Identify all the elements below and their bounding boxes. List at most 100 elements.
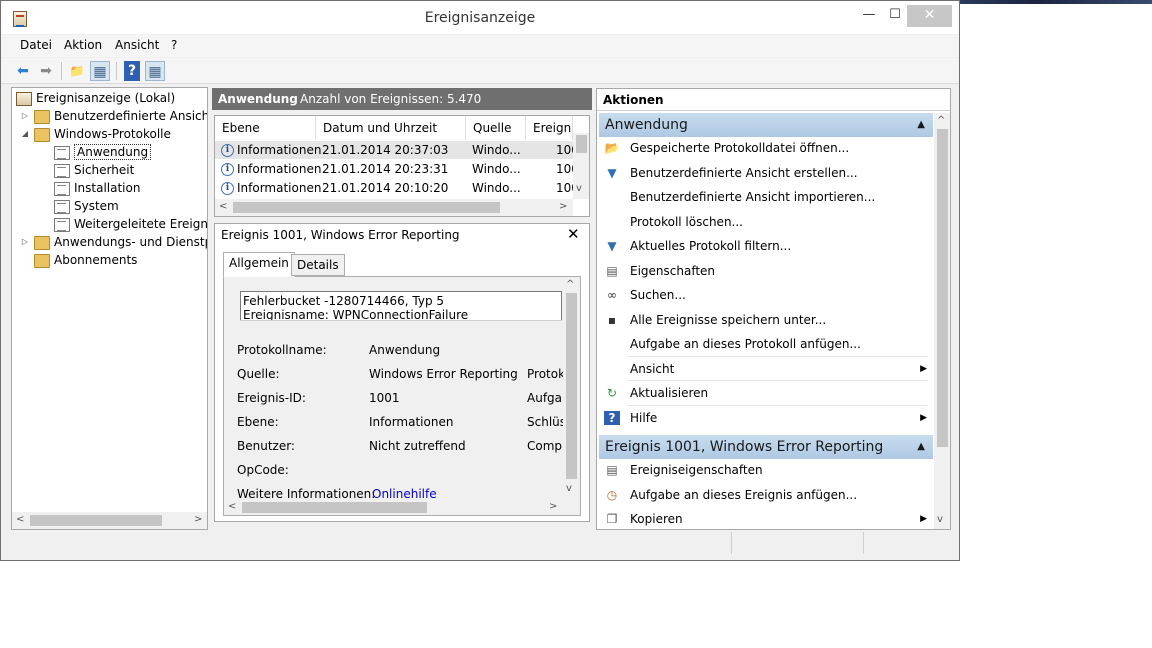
action-label: Protokoll löschen...	[630, 214, 743, 229]
scroll-up-icon[interactable]: ^	[566, 279, 574, 290]
show-hide-console-tree-icon[interactable]: ▦	[90, 61, 110, 81]
tab-details[interactable]: Details	[291, 254, 345, 276]
section-event[interactable]: Ereignis 1001, Windows Error Reporting ▲	[599, 435, 933, 459]
scroll-left-icon[interactable]: <	[228, 501, 236, 512]
cell-source: Windo...	[472, 181, 521, 195]
scroll-down-icon[interactable]: v	[937, 514, 943, 525]
action-item[interactable]: ❐ Kopieren ▶	[599, 507, 933, 529]
action-item[interactable]: Aufgabe an dieses Protokoll anfügen...	[599, 332, 933, 356]
toolbar-separator	[61, 62, 62, 80]
detail-horizontal-scrollbar[interactable]: < >	[224, 499, 563, 515]
scroll-right-icon[interactable]: >	[549, 501, 557, 512]
close-detail-button[interactable]: ✕	[567, 225, 580, 243]
status-cell	[863, 532, 864, 554]
menu-aktion[interactable]: Aktion	[64, 38, 102, 52]
tree-item-custom-views[interactable]: ▷ Benutzerdefinierte Ansichten	[20, 107, 207, 125]
action-item[interactable]: ∞ Suchen...	[599, 283, 933, 307]
detail-vertical-scrollbar[interactable]: ^ v	[563, 277, 580, 499]
filter-icon: ▼	[607, 165, 617, 180]
collapse-icon[interactable]: ▲	[917, 435, 925, 459]
expand-icon[interactable]: ▷	[20, 107, 30, 125]
console-tree[interactable]: Ereignisanzeige (Lokal) ▷ Benutzerdefini…	[11, 87, 208, 530]
scroll-thumb[interactable]	[242, 502, 427, 513]
event-detail-title: Ereignis 1001, Windows Error Reporting	[221, 228, 460, 242]
menu-datei[interactable]: Datei	[20, 38, 52, 52]
collapse-icon[interactable]: ▲	[917, 113, 925, 137]
menu-ansicht[interactable]: Ansicht	[115, 38, 159, 52]
refresh-icon: ↻	[606, 386, 618, 400]
back-icon[interactable]: ⬅	[13, 61, 33, 81]
action-item[interactable]: ▼ Aktuelles Protokoll filtern...	[599, 234, 933, 258]
collapse-icon[interactable]: ◢	[20, 125, 30, 143]
column-header-ebene[interactable]: Ebene	[215, 116, 316, 140]
table-row[interactable]: i Informationen 21.01.2014 20:37:03 Windo…	[215, 141, 573, 159]
action-item[interactable]: ▪ Alle Ereignisse speichern unter...	[599, 308, 933, 332]
scroll-up-icon[interactable]: ^	[937, 115, 945, 126]
show-hide-action-pane-icon[interactable]: ▦	[145, 61, 165, 81]
action-item[interactable]: ◷ Aufgabe an dieses Ereignis anfügen...	[599, 483, 933, 507]
tree-horizontal-scrollbar[interactable]: < >	[12, 512, 207, 529]
tree-item-installation[interactable]: Installation	[54, 179, 140, 197]
close-button[interactable]: ✕	[907, 5, 952, 27]
actions-vertical-scrollbar[interactable]: ^ v	[934, 113, 950, 529]
scroll-thumb[interactable]	[233, 202, 500, 213]
maximize-button[interactable]: ☐	[885, 5, 905, 27]
event-description[interactable]: Fehlerbucket -1280714466, Typ 5 Ereignis…	[240, 291, 562, 320]
scroll-down-icon[interactable]: v	[576, 183, 582, 194]
minimize-button[interactable]: —	[859, 5, 879, 27]
scroll-thumb[interactable]	[937, 129, 948, 447]
scroll-left-icon[interactable]: <	[219, 201, 227, 212]
tree-item-system[interactable]: System	[54, 197, 119, 215]
table-row[interactable]: i Informationen 21.01.2014 20:23:31 Windo…	[215, 160, 573, 178]
tree-item-windows-logs[interactable]: ◢ Windows-Protokolle	[20, 125, 171, 143]
tree-item-root[interactable]: Ereignisanzeige (Lokal)	[16, 89, 175, 107]
action-label: Benutzerdefinierte Ansicht importieren..…	[630, 190, 876, 204]
event-list[interactable]: Ebene Datum und Uhrzeit Quelle Ereignis-…	[214, 115, 590, 217]
tab-general-content: Fehlerbucket -1280714466, Typ 5 Ereignis…	[223, 276, 581, 516]
help-icon[interactable]: ?	[124, 61, 140, 81]
scroll-right-icon[interactable]: >	[194, 514, 202, 525]
expand-icon[interactable]: ▷	[20, 233, 30, 251]
column-header-id[interactable]: Ereignis-ID	[526, 116, 573, 140]
list-vertical-scrollbar[interactable]: v	[573, 133, 589, 199]
action-item[interactable]: Protokoll löschen...	[599, 210, 933, 234]
tree-item-forwarded-events[interactable]: Weitergeleitete Ereignisse	[54, 215, 207, 233]
submenu-arrow-icon: ▶	[920, 363, 927, 374]
action-item[interactable]: ▤ Eigenschaften	[599, 259, 933, 283]
forward-icon[interactable]: ➡	[36, 61, 56, 81]
up-folder-icon[interactable]: 📁	[67, 61, 87, 81]
action-label: Aktuelles Protokoll filtern...	[630, 239, 792, 253]
column-header-quelle[interactable]: Quelle	[466, 116, 526, 140]
toolbar-separator	[116, 62, 117, 80]
tab-allgemein[interactable]: Allgemein	[223, 252, 295, 277]
prop-value: 1001	[369, 391, 400, 405]
tree-item-anwendung[interactable]: Anwendung	[54, 143, 152, 161]
actions-pane: Aktionen Anwendung ▲ 📂 Gespeicherte Proto…	[596, 88, 951, 530]
action-item[interactable]: ? Hilfe ▶	[599, 406, 933, 430]
action-item[interactable]: 📂 Gespeicherte Protokolldatei öffnen...	[599, 136, 933, 160]
action-item[interactable]: ▤ Ereigniseigenschaften	[599, 458, 933, 482]
tree-item-sicherheit[interactable]: Sicherheit	[54, 161, 134, 179]
prop-label: Protokollname:	[237, 343, 327, 357]
column-header-datum[interactable]: Datum und Uhrzeit	[316, 116, 466, 140]
event-detail-panel: Ereignis 1001, Windows Error Reporting ✕…	[214, 223, 590, 522]
scroll-down-icon[interactable]: v	[566, 483, 572, 494]
tree-item-app-service-logs[interactable]: ▷ Anwendungs- und Dienstprotokolle	[20, 233, 207, 251]
action-item[interactable]: ▼ Benutzerdefinierte Ansicht erstellen...	[599, 161, 933, 185]
list-horizontal-scrollbar[interactable]: < >	[215, 199, 573, 216]
scroll-thumb[interactable]	[30, 515, 162, 526]
scroll-right-icon[interactable]: >	[559, 201, 567, 212]
scroll-thumb[interactable]	[566, 293, 577, 479]
tree-item-subscriptions[interactable]: Abonnements	[34, 251, 137, 269]
scroll-thumb[interactable]	[576, 135, 587, 153]
section-anwendung[interactable]: Anwendung ▲	[599, 113, 933, 137]
save-icon: ▪	[607, 312, 617, 327]
action-item[interactable]: ↻ Aktualisieren	[599, 381, 933, 405]
copy-icon: ❐	[606, 512, 618, 526]
action-item[interactable]: Benutzerdefinierte Ansicht importieren..…	[599, 185, 933, 209]
menu-help[interactable]: ?	[171, 38, 177, 52]
scroll-left-icon[interactable]: <	[16, 514, 24, 525]
table-row[interactable]: i Informationen 21.01.2014 20:10:20 Windo…	[215, 179, 573, 197]
menu-bar: Datei Aktion Ansicht ?	[1, 35, 959, 57]
action-item[interactable]: Ansicht ▶	[599, 357, 933, 381]
